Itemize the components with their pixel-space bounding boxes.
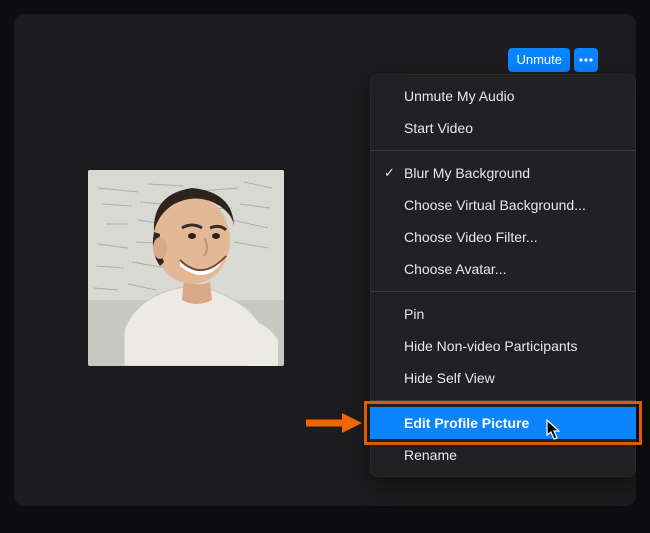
menu-separator	[370, 400, 636, 401]
more-horizontal-icon	[578, 52, 594, 68]
participant-avatar	[88, 170, 284, 366]
menu-item-hide-self-view[interactable]: Hide Self View	[370, 362, 636, 394]
menu-item-label: Pin	[404, 306, 424, 322]
unmute-button-label: Unmute	[516, 51, 562, 69]
menu-item-label: Unmute My Audio	[404, 88, 515, 104]
video-tile-panel: Unmute	[14, 14, 636, 506]
context-menu: Unmute My Audio Start Video ✓ Blur My Backg…	[370, 74, 636, 477]
menu-separator	[370, 150, 636, 151]
menu-separator	[370, 291, 636, 292]
menu-item-label: Start Video	[404, 120, 473, 136]
menu-item-label: Hide Self View	[404, 370, 495, 386]
menu-item-label: Blur My Background	[404, 165, 530, 181]
menu-item-choose-avatar[interactable]: Choose Avatar...	[370, 253, 636, 285]
menu-item-rename[interactable]: Rename	[370, 439, 636, 471]
menu-item-label: Choose Virtual Background...	[404, 197, 586, 213]
menu-item-label: Hide Non-video Participants	[404, 338, 578, 354]
more-options-button[interactable]	[574, 48, 598, 72]
menu-item-label: Choose Video Filter...	[404, 229, 538, 245]
menu-item-label: Choose Avatar...	[404, 261, 506, 277]
menu-item-edit-profile-picture[interactable]: Edit Profile Picture	[370, 407, 636, 439]
menu-item-pin[interactable]: Pin	[370, 298, 636, 330]
menu-item-blur-my-background[interactable]: ✓ Blur My Background	[370, 157, 636, 189]
menu-item-label: Rename	[404, 447, 457, 463]
check-icon: ✓	[384, 165, 395, 181]
unmute-button[interactable]: Unmute	[508, 48, 570, 72]
menu-item-hide-non-video-participants[interactable]: Hide Non-video Participants	[370, 330, 636, 362]
menu-item-choose-virtual-background[interactable]: Choose Virtual Background...	[370, 189, 636, 221]
menu-item-label: Edit Profile Picture	[404, 415, 529, 431]
tile-controls: Unmute	[508, 48, 598, 72]
menu-item-choose-video-filter[interactable]: Choose Video Filter...	[370, 221, 636, 253]
menu-item-start-video[interactable]: Start Video	[370, 112, 636, 144]
menu-item-unmute-my-audio[interactable]: Unmute My Audio	[370, 80, 636, 112]
